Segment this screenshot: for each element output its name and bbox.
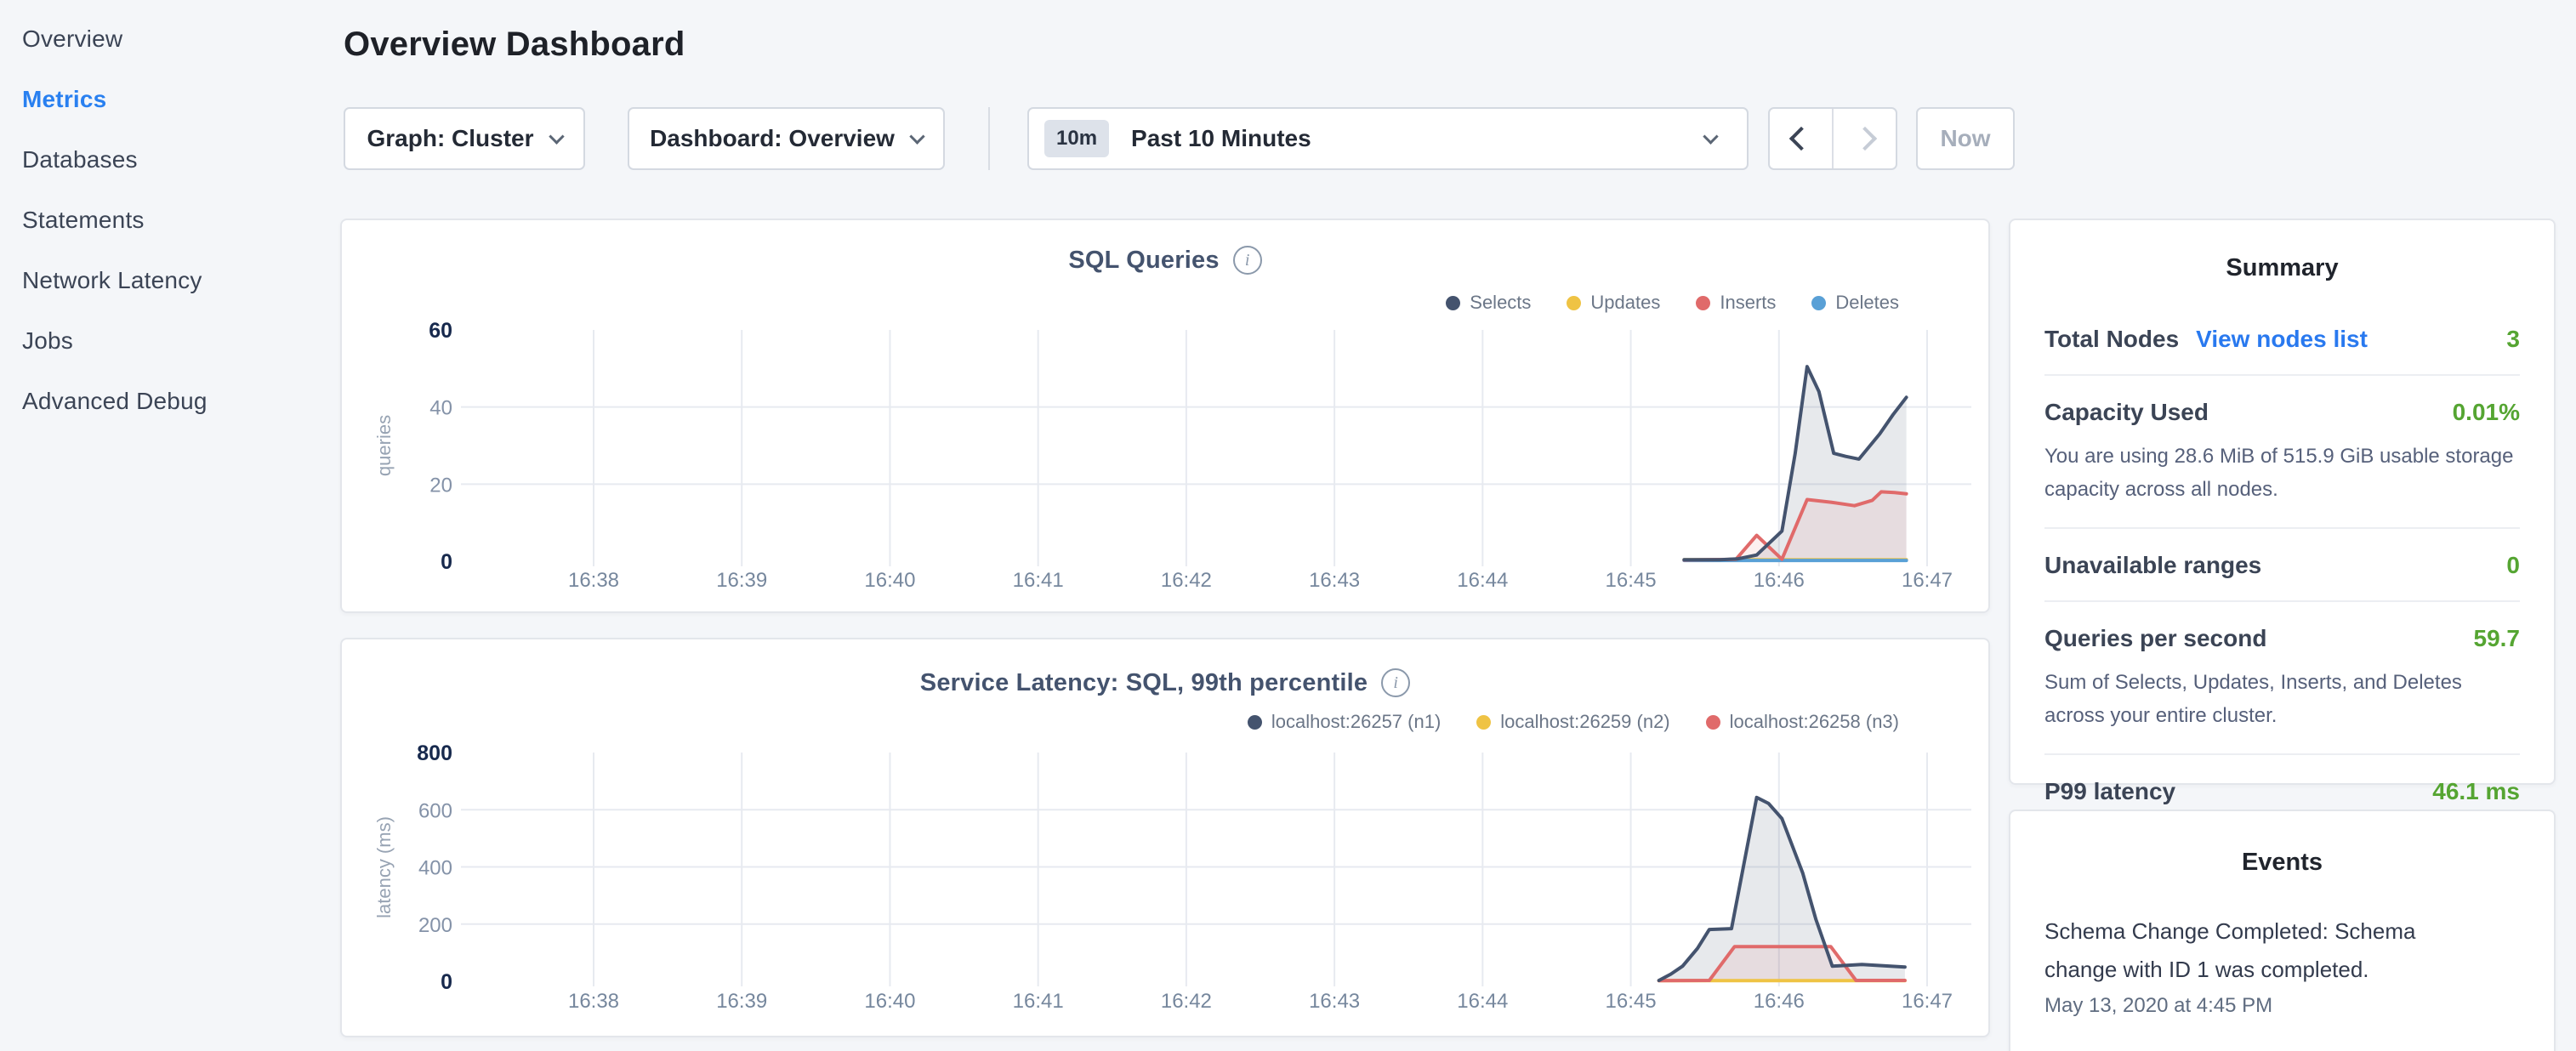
summary-row-description: Sum of Selects, Updates, Inserts, and De… bbox=[2044, 666, 2520, 732]
svg-text:16:38: 16:38 bbox=[568, 569, 619, 592]
svg-text:0: 0 bbox=[441, 970, 452, 994]
summary-row-capacity-used: Capacity Used 0.01% You are using 28.6 MiB… bbox=[2044, 376, 2520, 529]
sidebar-item-databases[interactable]: Databases bbox=[0, 129, 340, 190]
svg-text:16:38: 16:38 bbox=[568, 990, 619, 1013]
svg-text:16:44: 16:44 bbox=[1457, 569, 1508, 592]
summary-rows: Total Nodes View nodes list 3 Capacity Used… bbox=[2044, 303, 2520, 827]
summary-row-description: You are using 28.6 MiB of 515.9 GiB usab… bbox=[2044, 440, 2520, 506]
now-button[interactable]: Now bbox=[1916, 107, 2015, 170]
service-latency-card: Service Latency: SQL, 99th percentile i … bbox=[340, 638, 1990, 1037]
svg-text:16:47: 16:47 bbox=[1902, 569, 1953, 592]
time-step-buttons bbox=[1768, 107, 1897, 170]
svg-text:16:40: 16:40 bbox=[864, 569, 915, 592]
time-step-back-button[interactable] bbox=[1770, 109, 1832, 168]
controls-row: Graph: Cluster Dashboard: Overview 10m P… bbox=[340, 107, 2033, 170]
chevron-right-icon bbox=[1852, 127, 1876, 151]
sidebar-item-advanced-debug[interactable]: Advanced Debug bbox=[0, 371, 340, 431]
event-message: Schema Change Completed: Schema change w… bbox=[2044, 912, 2444, 989]
svg-text:16:42: 16:42 bbox=[1161, 990, 1212, 1013]
summary-row-label: Total Nodes bbox=[2044, 326, 2179, 353]
svg-text:16:43: 16:43 bbox=[1309, 569, 1360, 592]
summary-row-label: Unavailable ranges bbox=[2044, 552, 2261, 579]
svg-text:16:46: 16:46 bbox=[1754, 569, 1805, 592]
svg-text:200: 200 bbox=[418, 914, 452, 937]
sql-queries-card: SQL Queries i SelectsUpdatesInsertsDelet… bbox=[340, 219, 1990, 613]
events-heading: Events bbox=[2044, 811, 2520, 877]
svg-text:16:39: 16:39 bbox=[716, 990, 767, 1013]
time-step-forward-button[interactable] bbox=[1834, 109, 1896, 168]
svg-text:16:42: 16:42 bbox=[1161, 569, 1212, 592]
svg-text:16:47: 16:47 bbox=[1902, 990, 1953, 1013]
chevron-left-icon bbox=[1788, 127, 1812, 151]
time-range-badge: 10m bbox=[1044, 120, 1109, 157]
summary-row-label: P99 latency bbox=[2044, 778, 2175, 805]
summary-row-total-nodes: Total Nodes View nodes list 3 bbox=[2044, 303, 2520, 376]
sidebar-list: OverviewMetricsDatabasesStatementsNetwor… bbox=[0, 9, 340, 431]
event-timestamp: May 13, 2020 at 4:45 PM bbox=[2044, 994, 2520, 1018]
graph-dropdown[interactable]: Graph: Cluster bbox=[344, 107, 585, 170]
summary-row-queries-per-second: Queries per second 59.7 Sum of Selects, Up… bbox=[2044, 602, 2520, 755]
chevron-down-icon bbox=[909, 128, 924, 144]
svg-text:20: 20 bbox=[429, 474, 452, 497]
time-range-label: Past 10 Minutes bbox=[1131, 125, 1705, 152]
events-panel: Events Schema Change Completed: Schema c… bbox=[2009, 810, 2556, 1051]
sidebar-item-metrics[interactable]: Metrics bbox=[0, 69, 340, 129]
sidebar: OverviewMetricsDatabasesStatementsNetwor… bbox=[0, 0, 340, 1051]
view-nodes-list-link[interactable]: View nodes list bbox=[2196, 326, 2368, 353]
sidebar-item-network-latency[interactable]: Network Latency bbox=[0, 250, 340, 310]
svg-text:40: 40 bbox=[429, 397, 452, 420]
controls-divider bbox=[988, 107, 990, 170]
sidebar-item-statements[interactable]: Statements bbox=[0, 190, 340, 250]
summary-row-value: 0.01% bbox=[2453, 399, 2520, 426]
sql-queries-chart[interactable]: 16:38 16:39 16:40 16:41 16:42 16:43 16:44 16:45… bbox=[342, 220, 1992, 611]
summary-row-value: 59.7 bbox=[2474, 625, 2521, 652]
graph-dropdown-label: Graph: Cluster bbox=[367, 125, 533, 152]
svg-text:16:40: 16:40 bbox=[864, 990, 915, 1013]
chevron-down-icon bbox=[549, 128, 564, 144]
svg-text:queries: queries bbox=[373, 415, 395, 476]
dashboard-dropdown[interactable]: Dashboard: Overview bbox=[628, 107, 945, 170]
svg-text:16:45: 16:45 bbox=[1606, 569, 1657, 592]
service-latency-chart[interactable]: 16:38 16:39 16:40 16:41 16:42 16:43 16:44 16:45… bbox=[342, 639, 1992, 1036]
svg-text:latency (ms): latency (ms) bbox=[373, 816, 395, 918]
chevron-down-icon bbox=[1703, 128, 1718, 144]
summary-row-label: Queries per second bbox=[2044, 625, 2266, 652]
dashboard-dropdown-label: Dashboard: Overview bbox=[650, 125, 895, 152]
summary-row-value: 46.1 ms bbox=[2432, 778, 2520, 805]
sidebar-item-overview[interactable]: Overview bbox=[0, 9, 340, 69]
svg-text:16:43: 16:43 bbox=[1309, 990, 1360, 1013]
svg-text:600: 600 bbox=[418, 799, 452, 822]
summary-panel: Summary Total Nodes View nodes list 3 Capac… bbox=[2009, 219, 2556, 785]
summary-row-unavailable-ranges: Unavailable ranges 0 bbox=[2044, 529, 2520, 602]
summary-row-value: 0 bbox=[2506, 552, 2520, 579]
main-content: Overview Dashboard Graph: Cluster Dashbo… bbox=[340, 0, 1990, 1051]
svg-text:16:41: 16:41 bbox=[1013, 569, 1064, 592]
page-title: Overview Dashboard bbox=[344, 26, 685, 64]
summary-row-value: 3 bbox=[2506, 326, 2520, 353]
svg-text:16:45: 16:45 bbox=[1606, 990, 1657, 1013]
summary-heading: Summary bbox=[2044, 220, 2520, 282]
svg-text:16:46: 16:46 bbox=[1754, 990, 1805, 1013]
svg-text:16:39: 16:39 bbox=[716, 569, 767, 592]
time-range-dropdown[interactable]: 10m Past 10 Minutes bbox=[1027, 107, 1749, 170]
svg-text:0: 0 bbox=[441, 550, 452, 574]
summary-row-label: Capacity Used bbox=[2044, 399, 2209, 426]
svg-text:800: 800 bbox=[417, 741, 452, 765]
svg-text:16:41: 16:41 bbox=[1013, 990, 1064, 1013]
svg-text:16:44: 16:44 bbox=[1457, 990, 1508, 1013]
sidebar-item-jobs[interactable]: Jobs bbox=[0, 310, 340, 371]
svg-text:60: 60 bbox=[429, 319, 452, 343]
svg-text:400: 400 bbox=[418, 857, 452, 880]
